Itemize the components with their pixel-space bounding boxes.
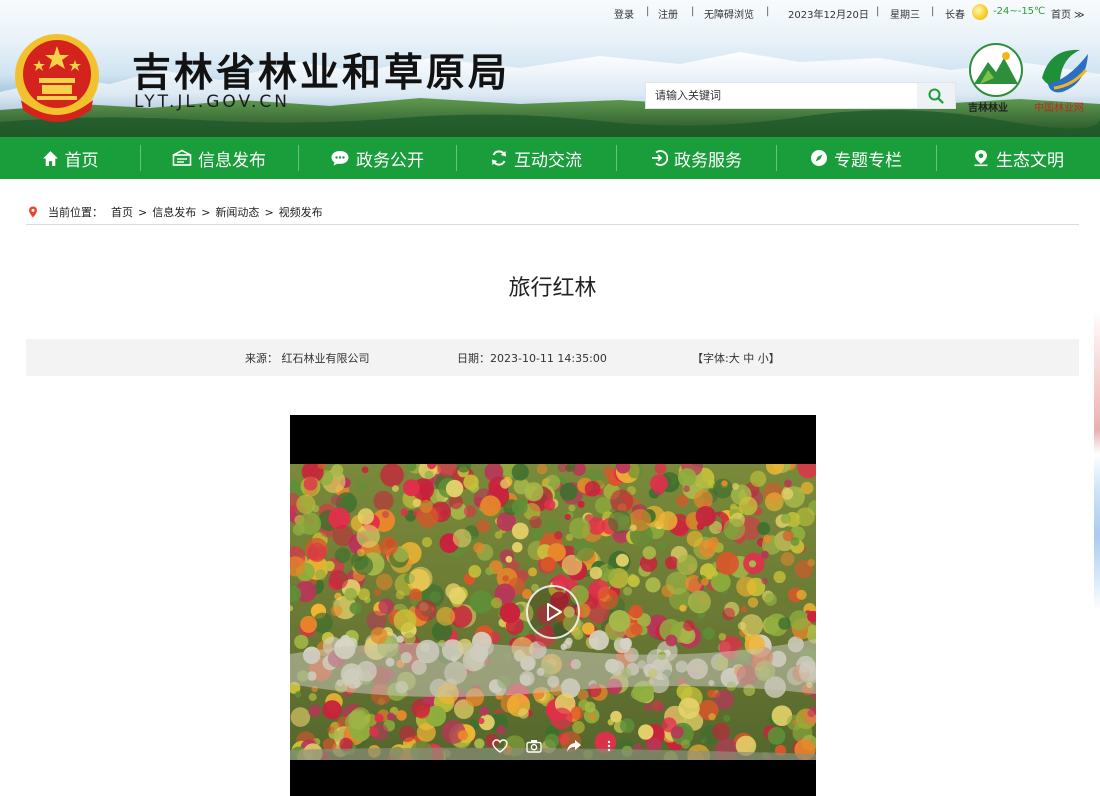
top-utility-bar: 登录 | 注册 | 无障碍浏览 | 2023年12月20日 | 星期三 | 长春…: [600, 5, 1100, 21]
location-pin-icon: [974, 150, 988, 167]
breadcrumb: 当前位置： 首页 > 信息发布 > 新闻动态 > 视频发布: [28, 204, 323, 220]
nav-item-info[interactable]: 信息发布: [140, 137, 298, 179]
site-title: 吉林省林业和草原局: [132, 51, 511, 96]
breadcrumb-home[interactable]: 首页: [111, 204, 133, 220]
play-button[interactable]: [526, 585, 580, 639]
font-size-label: 【字体:: [692, 352, 729, 365]
refresh-icon: [492, 150, 506, 166]
search-input[interactable]: [646, 83, 918, 108]
main-nav: 首页 信息发布 政务公开 互动交流 政务服务 专题专栏 生态文明: [0, 137, 1100, 179]
share-arrow-icon[interactable]: [566, 739, 582, 753]
china-forestry-caption: 中国林业网: [1034, 103, 1084, 114]
register-link[interactable]: 注册: [658, 6, 678, 21]
nav-item-label: 政务公开: [356, 150, 424, 171]
login-icon: [652, 150, 668, 166]
nav-item-label: 信息发布: [198, 150, 266, 171]
nav-item-label: 首页: [64, 150, 99, 171]
right-edge-strip: [1094, 310, 1100, 610]
nav-item-label: 互动交流: [514, 150, 582, 171]
camera-icon[interactable]: [526, 739, 542, 753]
search-button[interactable]: [917, 83, 955, 108]
nav-item-services[interactable]: 政务服务: [616, 137, 776, 179]
jilin-forestry-caption: 吉林林业: [968, 103, 1008, 114]
breadcrumb-separator: >: [264, 205, 274, 219]
nav-item-interaction[interactable]: 互动交流: [456, 137, 616, 179]
home-icon: [42, 150, 58, 166]
nav-item-gov-affairs[interactable]: 政务公开: [298, 137, 456, 179]
article-date: 日期：2023-10-11 14:35:00: [457, 352, 607, 365]
font-size-medium[interactable]: 中: [743, 352, 754, 365]
separator: |: [876, 6, 880, 17]
breadcrumb-separator: >: [201, 205, 211, 219]
info-icon: [172, 149, 192, 166]
sun-weather-icon: [972, 4, 988, 20]
breadcrumb-info-release[interactable]: 信息发布: [152, 204, 196, 220]
separator: |: [646, 6, 650, 17]
font-size-control: 【字体:大 中 小】: [692, 350, 780, 366]
nav-item-home[interactable]: 首页: [0, 137, 140, 179]
current-date: 2023年12月20日: [788, 10, 869, 21]
breadcrumb-divider: [26, 224, 1079, 225]
nav-item-label: 生态文明: [996, 150, 1064, 171]
article-source: 来源： 红石林业有限公司: [245, 352, 370, 365]
weather-city: 长春: [945, 10, 965, 21]
breadcrumb-video-release[interactable]: 视频发布: [279, 204, 323, 220]
breadcrumb-news[interactable]: 新闻动态: [215, 204, 259, 220]
weekday: 星期三: [890, 10, 920, 21]
nav-item-label: 政务服务: [674, 150, 742, 171]
article-meta-bar: 来源： 红石林业有限公司 日期：2023-10-11 14:35:00 【字体:…: [26, 339, 1079, 376]
separator: |: [766, 6, 770, 17]
national-emblem-icon: [15, 34, 99, 122]
font-size-large[interactable]: 大: [729, 352, 740, 365]
weather-temperature: -24~-15℃: [993, 6, 1046, 17]
breadcrumb-label: 当前位置：: [48, 206, 103, 219]
site-domain: LYT.JL.GOV.CN: [134, 92, 290, 112]
site-header: 登录 | 注册 | 无障碍浏览 | 2023年12月20日 | 星期三 | 长春…: [0, 0, 1100, 137]
video-player[interactable]: [290, 415, 816, 796]
search-icon: [928, 88, 944, 104]
more-options-icon[interactable]: [606, 739, 612, 753]
article-title: 旅行红林: [508, 276, 597, 301]
login-link[interactable]: 登录: [614, 6, 634, 21]
compass-icon: [811, 150, 827, 166]
location-pin-icon: [29, 206, 37, 218]
font-size-close: 】: [768, 352, 780, 365]
search-box: [645, 82, 956, 109]
nav-item-ecology[interactable]: 生态文明: [936, 137, 1100, 179]
chat-icon: [331, 151, 349, 166]
home-link[interactable]: 首页 ≫: [1051, 6, 1085, 21]
breadcrumb-separator: >: [138, 205, 148, 219]
font-size-small[interactable]: 小: [758, 352, 769, 365]
nav-item-special-topics[interactable]: 专题专栏: [776, 137, 936, 179]
nav-item-label: 专题专栏: [834, 150, 902, 171]
play-icon: [547, 603, 562, 621]
accessible-browse-link[interactable]: 无障碍浏览: [704, 6, 754, 21]
separator: |: [691, 6, 695, 17]
like-heart-icon[interactable]: [492, 739, 508, 753]
separator: |: [931, 6, 935, 17]
